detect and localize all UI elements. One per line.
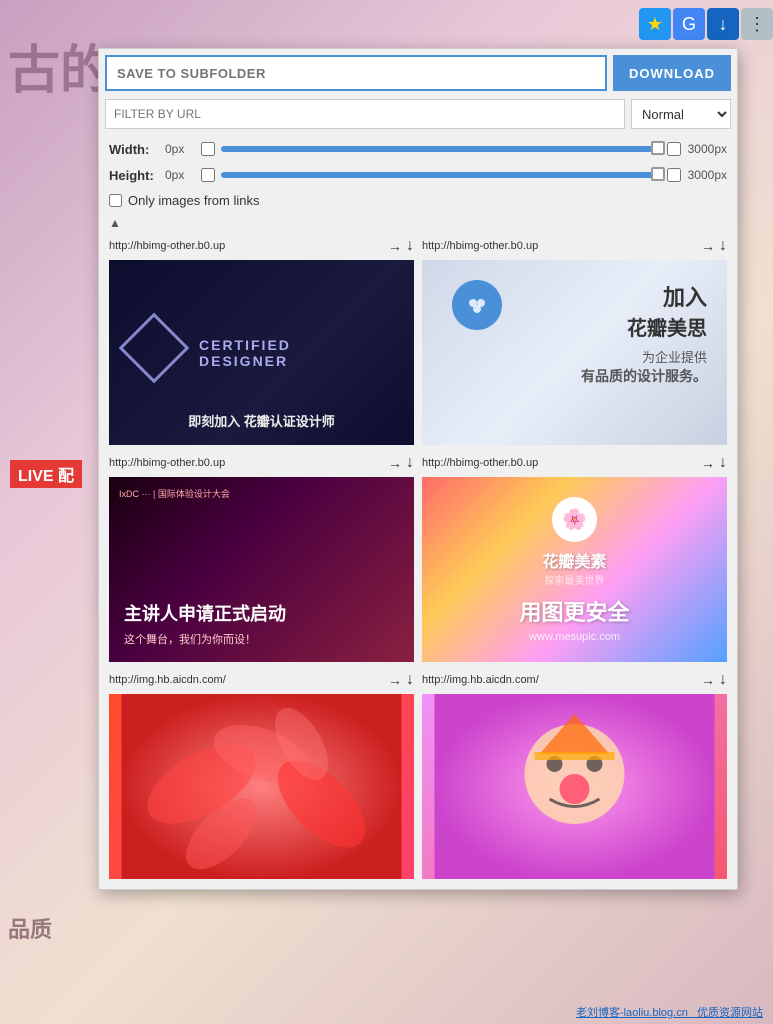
download-button[interactable]: DOWNLOAD (613, 55, 731, 91)
scroll-indicator: ▲ (99, 214, 737, 232)
huaban-logo-svg (463, 291, 491, 319)
width-label: Width: (109, 142, 159, 157)
image-url-row-3: http://hbimg-other.b0.up → ↓ (109, 453, 414, 473)
image-url-text-4: http://hbimg-other.b0.up (422, 457, 697, 469)
image-open-icon-4[interactable]: → (701, 455, 715, 471)
image-item-2: http://hbimg-other.b0.up → ↓ 加入 花瓣美思 为企 (418, 232, 731, 449)
image-download-icon-6[interactable]: ↓ (719, 671, 727, 689)
height-slider-row: Height: 0px 3000px (109, 163, 727, 187)
image-item-1: http://hbimg-other.b0.up → ↓ CERTIFIED D… (105, 232, 418, 449)
only-images-label: Only images from links (128, 193, 259, 208)
meisupic-tagline: 用图更安全 (519, 595, 629, 627)
only-images-checkbox[interactable] (109, 194, 122, 207)
toolbar-icons: ★ G ↓ ⋮ (639, 8, 773, 40)
cert-title: CERTIFIED (199, 337, 291, 353)
image-thumb-5 (109, 694, 414, 879)
meisupic-url: www.mesupic.com (529, 631, 620, 643)
width-slider-thumb[interactable] (651, 141, 665, 155)
image-url-text-5: http://img.hb.aicdn.com/ (109, 674, 384, 686)
image-url-row-6: http://img.hb.aicdn.com/ → ↓ (422, 670, 727, 690)
image-open-icon-6[interactable]: → (701, 672, 715, 688)
top-bar: DOWNLOAD (99, 49, 737, 95)
height-slider-thumb[interactable] (651, 167, 665, 181)
meisupic-name: 花瓣美素 (542, 548, 606, 572)
image-url-text-2: http://hbimg-other.b0.up (422, 240, 697, 252)
normal-select[interactable]: Normal Only Any (631, 99, 731, 129)
image-download-icon-2[interactable]: ↓ (719, 237, 727, 255)
image-downloader-panel: DOWNLOAD Normal Only Any Width: 0px 3000… (98, 48, 738, 890)
watermark: 老刘博客-laoliu.blog.cn 优质资源网站 (576, 1004, 763, 1020)
image-url-text-1: http://hbimg-other.b0.up (109, 240, 384, 252)
image-open-icon-5[interactable]: → (388, 672, 402, 688)
filter-bar: Normal Only Any (99, 95, 737, 133)
red-decoration-svg (109, 694, 414, 879)
cert-diamond-icon (119, 312, 190, 383)
cert-designer: DESIGNER (199, 353, 291, 369)
download-extension-icon[interactable]: ↓ (707, 8, 739, 40)
image-item-5: http://img.hb.aicdn.com/ → ↓ (105, 666, 418, 883)
image-download-icon-5[interactable]: ↓ (406, 671, 414, 689)
bg-chinese-bottom: 品质 (8, 912, 52, 944)
image-open-icon-2[interactable]: → (701, 238, 715, 254)
more-icon[interactable]: ⋮ (741, 8, 773, 40)
huaban-image: 加入 花瓣美思 为企业提供 有品质的设计服务。 (422, 260, 727, 445)
huaban-logo-icon (452, 280, 502, 330)
only-images-row: Only images from links (99, 191, 737, 214)
huaban-join: 加入 (581, 280, 707, 312)
meisupic-logo: 🌸 花瓣美素 探索最美世界 (542, 497, 606, 587)
images-grid: http://hbimg-other.b0.up → ↓ CERTIFIED D… (99, 232, 737, 889)
cert-bottom-text: 即刻加入 花瓣认证设计师 (109, 411, 414, 430)
speaker-subtitle: 这个舞台，我们为你而设！ (124, 631, 399, 647)
width-min-value: 0px (165, 142, 195, 156)
image-download-icon-1[interactable]: ↓ (406, 237, 414, 255)
image-item-3: http://hbimg-other.b0.up → ↓ IxDC ··· | … (105, 449, 418, 666)
speaker-image: IxDC ··· | 国际体验设计大会 主讲人申请正式启动 这个舞台，我们为你而… (109, 477, 414, 662)
speaker-title: 主讲人申请正式启动 (124, 600, 399, 626)
height-min-checkbox[interactable] (201, 168, 215, 182)
width-slider-track[interactable] (221, 146, 661, 152)
filter-url-input[interactable] (105, 99, 625, 129)
image-open-icon-3[interactable]: → (388, 455, 402, 471)
image-download-icon-4[interactable]: ↓ (719, 454, 727, 472)
image-thumb-6 (422, 694, 727, 879)
height-max-checkbox[interactable] (667, 168, 681, 182)
clown-svg (422, 694, 727, 879)
bg-chinese-left: 古的 (8, 45, 112, 97)
height-min-value: 0px (165, 168, 195, 182)
image-item-4: http://hbimg-other.b0.up → ↓ 🌸 花瓣美素 探索最美… (418, 449, 731, 666)
bg-live-tag: LIVE 配 (10, 460, 82, 488)
image-url-row-1: http://hbimg-other.b0.up → ↓ (109, 236, 414, 256)
watermark-secondary: 优质资源网站 (697, 1007, 763, 1019)
image-url-text-3: http://hbimg-other.b0.up (109, 457, 384, 469)
image-url-row-2: http://hbimg-other.b0.up → ↓ (422, 236, 727, 256)
meisupic-logo-icon: 🌸 (552, 497, 597, 542)
google-icon[interactable]: G (673, 8, 705, 40)
height-label: Height: (109, 168, 159, 183)
meisupic-image: 🌸 花瓣美素 探索最美世界 用图更安全 www.mesupic.com (422, 477, 727, 662)
meisupic-explore: 探索最美世界 (544, 572, 604, 587)
huaban-for: 为企业提供 (581, 347, 707, 366)
width-min-checkbox[interactable] (201, 142, 215, 156)
subfolder-input[interactable] (105, 55, 607, 91)
sliders-area: Width: 0px 3000px Height: 0px 3000px (99, 133, 737, 191)
huaban-text-block: 加入 花瓣美思 为企业提供 有品质的设计服务。 (581, 280, 707, 386)
image-url-row-4: http://hbimg-other.b0.up → ↓ (422, 453, 727, 473)
image-open-icon-1[interactable]: → (388, 238, 402, 254)
image-download-icon-3[interactable]: ↓ (406, 454, 414, 472)
huaban-quality: 有品质的设计服务。 (581, 366, 707, 386)
star-icon[interactable]: ★ (639, 8, 671, 40)
width-max-value: 3000px (687, 142, 727, 156)
image-url-text-6: http://img.hb.aicdn.com/ (422, 674, 697, 686)
image-url-row-5: http://img.hb.aicdn.com/ → ↓ (109, 670, 414, 690)
width-max-checkbox[interactable] (667, 142, 681, 156)
height-slider-track[interactable] (221, 172, 661, 178)
speaker-tag: IxDC ··· | 国际体验设计大会 (119, 487, 230, 500)
image-item-6: http://img.hb.aicdn.com/ → ↓ (418, 666, 731, 883)
width-slider-row: Width: 0px 3000px (109, 137, 727, 161)
watermark-text: 老刘博客-laoliu.blog.cn (576, 1007, 688, 1019)
certified-designer-image: CERTIFIED DESIGNER 即刻加入 花瓣认证设计师 (109, 260, 414, 445)
huaban-name: 花瓣美思 (581, 312, 707, 341)
height-max-value: 3000px (687, 168, 727, 182)
